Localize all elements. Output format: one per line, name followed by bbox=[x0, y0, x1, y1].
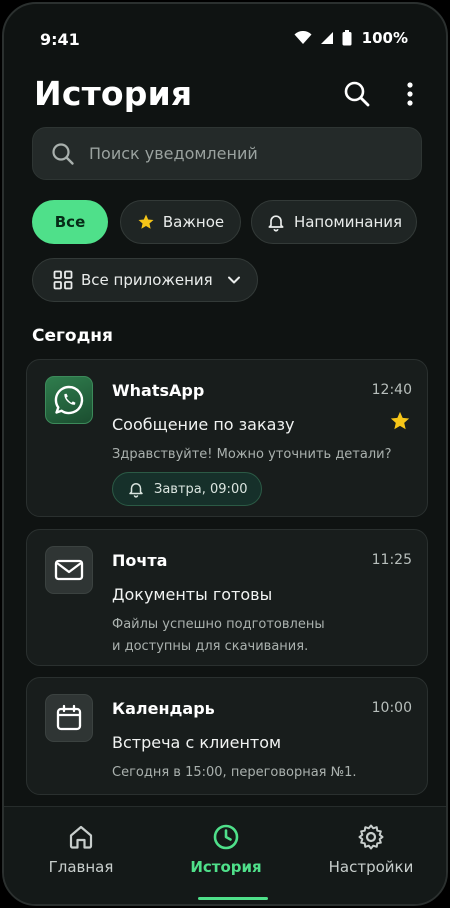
filter-chip-important[interactable]: Важное bbox=[120, 200, 241, 244]
more-vertical-icon bbox=[407, 82, 413, 106]
nav-item-home[interactable]: Главная bbox=[26, 823, 136, 876]
bell-icon bbox=[129, 483, 143, 498]
notification-time: 10:00 bbox=[371, 700, 412, 716]
chevron-down-icon bbox=[227, 276, 240, 284]
section-today: Сегодня bbox=[32, 326, 113, 346]
whatsapp-icon bbox=[54, 385, 84, 415]
notification-app-name: Почта bbox=[112, 551, 168, 570]
mail-icon bbox=[54, 559, 84, 581]
notification-app-name: WhatsApp bbox=[112, 381, 205, 400]
status-icons: 100% bbox=[294, 29, 408, 47]
search-icon bbox=[52, 142, 74, 165]
status-time: 9:41 bbox=[40, 30, 80, 49]
nav-item-history[interactable]: История bbox=[171, 823, 281, 876]
notification-body-line-2: и доступны для скачивания. bbox=[112, 639, 309, 654]
nav-item-settings[interactable]: Настройки bbox=[316, 823, 426, 876]
notification-time: 12:40 bbox=[371, 382, 412, 398]
signal-icon bbox=[320, 32, 333, 44]
notification-body-line-1: Файлы успешно подготовлены bbox=[112, 617, 325, 632]
apps-filter-label: Все приложения bbox=[81, 271, 213, 289]
notification-title: Сообщение по заказу bbox=[112, 415, 295, 434]
notification-body: Файлы успешно подготовлены и доступны дл… bbox=[112, 614, 412, 658]
home-icon bbox=[69, 825, 93, 849]
reminder-chip[interactable]: Завтра, 09:00 bbox=[112, 472, 262, 506]
notification-time: 11:25 bbox=[371, 552, 412, 568]
notification-title: Встреча с клиентом bbox=[112, 733, 282, 752]
filter-chip-all-label: Все bbox=[54, 213, 86, 231]
notification-card-calendar[interactable]: Календарь 10:00 Встреча с клиентом Сегод… bbox=[26, 677, 428, 795]
star-icon bbox=[138, 214, 154, 229]
bell-icon bbox=[268, 215, 284, 232]
whatsapp-app-icon bbox=[45, 376, 93, 424]
header-search-button[interactable] bbox=[342, 79, 372, 109]
filter-chip-important-label: Важное bbox=[162, 213, 225, 231]
filter-chip-all[interactable]: Все bbox=[32, 200, 108, 244]
notification-title: Документы готовы bbox=[112, 585, 273, 604]
nav-home-label: Главная bbox=[48, 858, 114, 876]
notification-app-name: Календарь bbox=[112, 699, 215, 718]
battery-percent: 100% bbox=[361, 29, 408, 47]
grid-icon bbox=[53, 270, 73, 290]
search-icon bbox=[344, 81, 370, 107]
clock-icon bbox=[213, 824, 239, 850]
calendar-icon bbox=[56, 704, 82, 731]
search-input[interactable] bbox=[89, 144, 389, 163]
nav-settings-label: Настройки bbox=[328, 858, 414, 876]
more-options-button[interactable] bbox=[400, 80, 420, 108]
notification-body: Сегодня в 15:00, переговорная №1. bbox=[112, 765, 357, 780]
star-toggle[interactable] bbox=[389, 410, 411, 436]
mail-app-icon bbox=[45, 546, 93, 594]
status-bar: 9:41 100% bbox=[4, 4, 446, 74]
notification-card-whatsapp[interactable]: WhatsApp 12:40 Сообщение по заказу Здрав… bbox=[26, 359, 428, 517]
search-field[interactable] bbox=[32, 127, 422, 180]
phone-screen: 9:41 100% История Поиск уведомлений Все … bbox=[2, 2, 448, 906]
reminder-chip-label: Завтра, 09:00 bbox=[154, 481, 248, 497]
star-icon bbox=[390, 411, 410, 430]
gear-icon bbox=[358, 824, 384, 850]
notification-card-mail[interactable]: Почта 11:25 Документы готовы Файлы успеш… bbox=[26, 529, 428, 666]
apps-filter-dropdown[interactable]: Все приложения bbox=[32, 258, 258, 302]
wifi-icon bbox=[294, 31, 312, 44]
active-tab-indicator bbox=[198, 897, 268, 900]
filter-chip-reminders[interactable]: Напоминания bbox=[251, 200, 417, 244]
calendar-app-icon bbox=[45, 694, 93, 742]
nav-history-label: История bbox=[190, 858, 262, 876]
filter-chip-reminders-label: Напоминания bbox=[293, 213, 403, 231]
page-title: История bbox=[34, 74, 193, 113]
battery-icon bbox=[342, 30, 352, 46]
bottom-navigation: Главная История Настройки bbox=[4, 806, 446, 904]
notification-body: Здравствуйте! Можно уточнить детали? bbox=[112, 447, 392, 462]
